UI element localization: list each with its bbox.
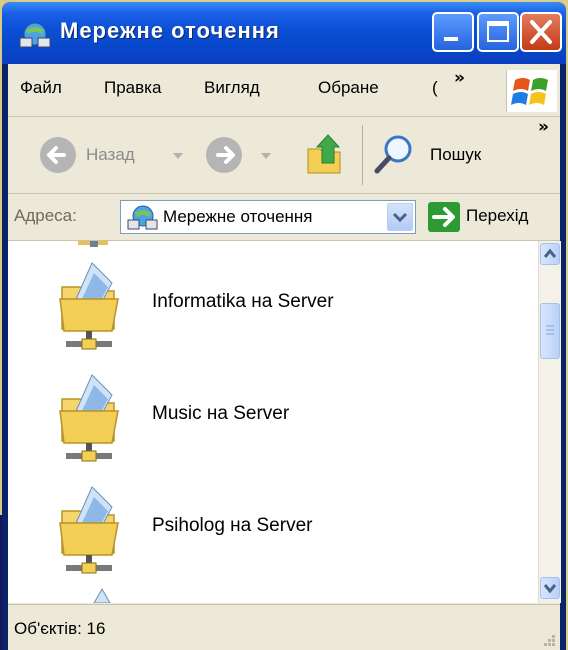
network-folder-icon [59,374,119,462]
resize-grip-icon[interactable] [542,633,556,647]
network-places-icon [127,205,158,230]
back-label: Назад [86,145,135,164]
search-icon [374,135,412,174]
toolbar-separator [362,125,363,185]
grip-lines-icon [546,325,554,335]
maximize-icon [487,21,509,42]
address-dropdown-button[interactable] [387,203,413,231]
chevron-up-icon [543,248,557,258]
menu-favorites[interactable]: Обране [318,78,379,98]
back-arrow-icon [40,137,76,173]
scroll-up-button[interactable] [540,243,560,265]
close-button[interactable] [520,12,562,52]
minimize-button[interactable] [432,12,474,52]
menu-bar: Файл Правка Вигляд Обране ( » [8,64,560,117]
forward-arrow-icon [206,137,242,173]
menu-overflow-chevron[interactable]: » [454,68,465,88]
address-value: Мережне оточення [163,207,313,226]
window-title: Мережне оточення [60,18,280,43]
menu-view[interactable]: Вигляд [204,78,260,98]
network-folder-icon [59,486,119,574]
forward-button[interactable] [204,133,274,177]
partial-item-icon [78,241,108,247]
windows-flag-icon [511,78,548,105]
up-folder-icon [307,134,341,174]
standard-toolbar: Назад Пошук » [8,117,560,194]
status-text: Об'єктів: 16 [14,619,106,638]
go-label[interactable]: Перехід [466,206,528,226]
file-list: Informatika на Server Music на Server Ps… [8,241,538,603]
status-bar: Об'єктів: 16 [8,604,560,650]
window-frame: Файл Правка Вигляд Обране ( » Назад Пошу… [8,64,561,650]
network-folder-icon [59,262,119,350]
chevron-down-icon [392,212,408,223]
close-icon [530,20,552,44]
explorer-window: Мережне оточення Файл Правка Вигляд Обра… [2,2,566,650]
list-item[interactable]: Informatika на Server [8,255,508,355]
item-label: Informatika на Server [152,291,334,312]
go-arrow-icon [432,207,455,227]
address-bar: Адреса: Мережне оточення Перехід [8,194,560,241]
partial-item-icon [93,587,111,603]
minimize-icon [444,37,458,41]
address-field[interactable]: Мережне оточення [120,200,416,234]
menu-edit[interactable]: Правка [104,78,161,98]
maximize-button[interactable] [477,12,519,52]
network-places-icon [19,22,51,48]
chevron-down-icon [543,584,557,594]
item-label: Psiholog на Server [152,515,313,536]
scroll-thumb[interactable] [540,303,560,359]
item-label: Music на Server [152,403,290,424]
back-button[interactable]: Назад [38,133,183,177]
scroll-down-button[interactable] [540,577,560,599]
list-item[interactable]: Psiholog на Server [8,479,508,579]
menu-tools[interactable]: ( [432,78,438,98]
windows-logo [506,70,557,112]
address-label: Адреса: [14,206,77,225]
back-dropdown-icon [173,153,183,159]
search-button[interactable]: Пошук [372,133,512,177]
up-folder-button[interactable] [304,133,348,177]
menu-file[interactable]: Файл [20,78,62,98]
search-label: Пошук [430,145,482,164]
title-bar[interactable]: Мережне оточення [2,2,566,64]
forward-dropdown-icon [261,153,271,159]
toolbar-overflow-chevron[interactable]: » [538,117,549,137]
list-item[interactable]: Music на Server [8,367,508,467]
vertical-scrollbar[interactable] [538,241,561,603]
go-button[interactable] [428,202,460,232]
